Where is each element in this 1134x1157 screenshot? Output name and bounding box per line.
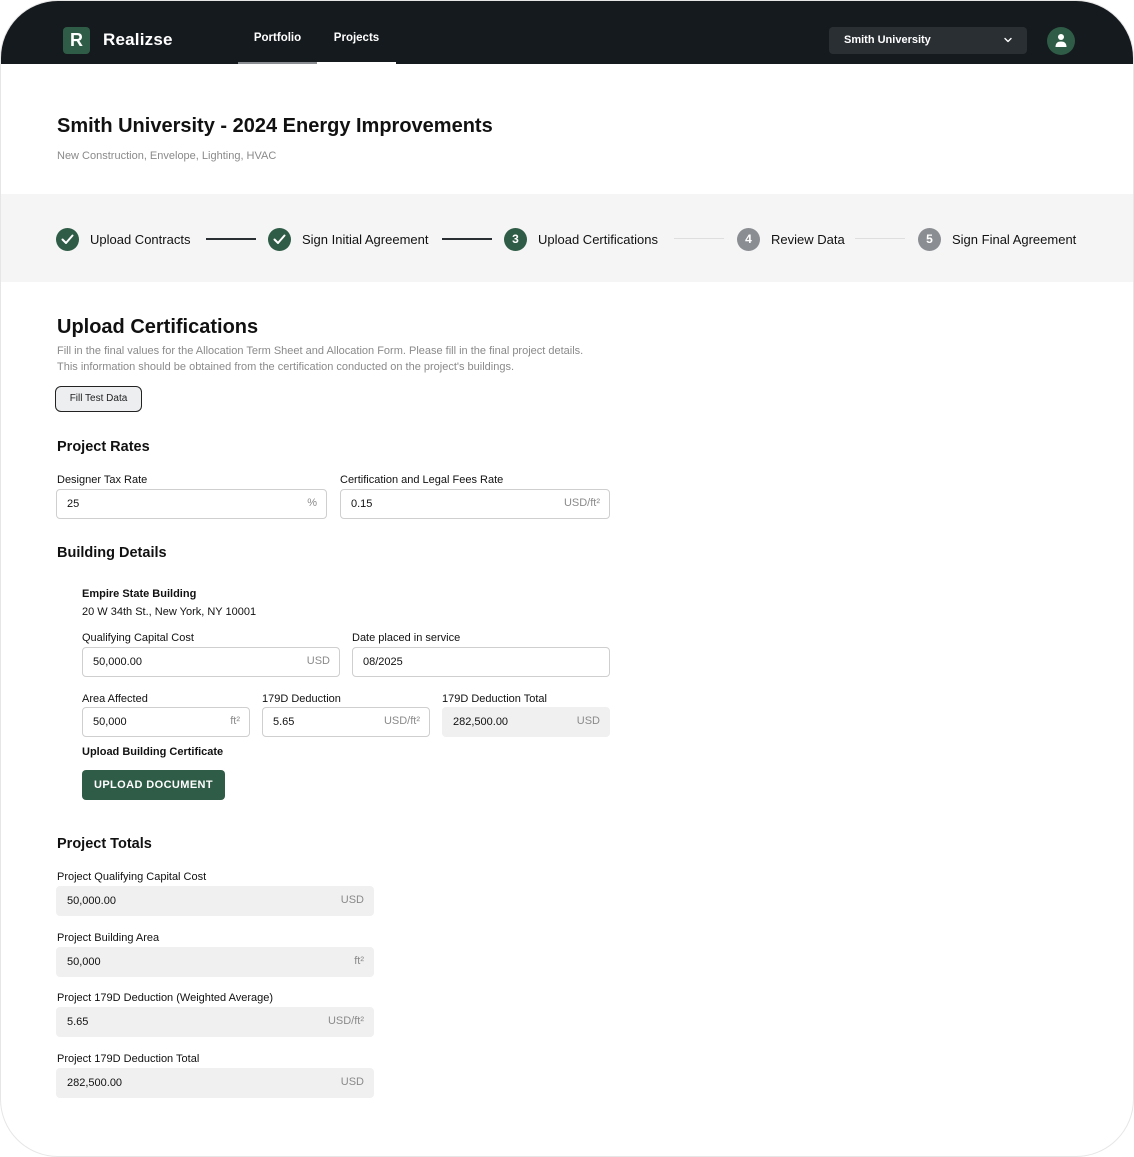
- designer-tax-rate-label: Designer Tax Rate: [57, 474, 148, 486]
- step-connector: [855, 238, 905, 239]
- building-name: Empire State Building: [82, 588, 197, 600]
- deduction-input[interactable]: 5.65 USD/ft²: [262, 707, 430, 737]
- step-connector: [206, 238, 256, 240]
- field-value: 282,500.00: [67, 1077, 123, 1089]
- upload-certificate-label: Upload Building Certificate: [82, 746, 224, 758]
- project-rates-heading: Project Rates: [57, 439, 150, 455]
- deduction-total-field: 282,500.00 USD: [442, 707, 610, 737]
- total-deduction-field: 282,500.00 USD: [56, 1068, 374, 1098]
- user-icon: [1055, 34, 1067, 47]
- input-value: 0.15: [351, 498, 373, 510]
- designer-tax-rate-input[interactable]: 25 %: [56, 489, 327, 519]
- check-icon: [273, 234, 286, 244]
- building-address: 20 W 34th St., New York, NY 10001: [82, 606, 257, 618]
- upload-document-button[interactable]: UPLOAD DOCUMENT: [82, 770, 225, 800]
- qualifying-capital-cost-input[interactable]: 50,000.00 USD: [82, 647, 340, 677]
- unit-suffix: USD: [340, 894, 364, 906]
- nav-tab-projects[interactable]: Projects: [317, 1, 396, 64]
- total-capital-cost-field: 50,000.00 USD: [56, 886, 374, 916]
- input-value: 08/2025: [363, 656, 403, 668]
- area-affected-label: Area Affected: [82, 693, 148, 705]
- cert-legal-fees-input[interactable]: 0.15 USD/ft²: [340, 489, 610, 519]
- section-description: This information should be obtained from…: [57, 361, 515, 373]
- field-value: 50,000.00: [67, 895, 116, 907]
- building-details-heading: Building Details: [57, 545, 167, 561]
- step-label: Upload Certifications: [538, 232, 658, 247]
- logo-icon: R: [63, 27, 90, 54]
- step-complete-indicator: [56, 228, 79, 251]
- step-connector: [674, 238, 724, 239]
- unit-suffix: USD/ft²: [563, 497, 600, 509]
- unit-suffix: USD/ft²: [383, 715, 420, 727]
- unit-suffix: ft²: [354, 955, 364, 967]
- field-value: 282,500.00: [453, 716, 509, 728]
- date-placed-label: Date placed in service: [352, 632, 461, 644]
- chevron-down-icon: [1004, 37, 1012, 43]
- step-number: 3: [504, 228, 527, 251]
- step-label: Review Data: [771, 232, 845, 247]
- organization-select-value: Smith University: [844, 34, 931, 46]
- qualifying-capital-cost-label: Qualifying Capital Cost: [82, 632, 194, 644]
- total-deduction-label: Project 179D Deduction Total: [57, 1053, 200, 1065]
- unit-suffix: USD: [576, 715, 600, 727]
- section-title: Upload Certifications: [57, 316, 259, 338]
- step-label: Sign Initial Agreement: [302, 232, 429, 247]
- step-complete-indicator: [268, 228, 291, 251]
- total-building-area-label: Project Building Area: [57, 932, 160, 944]
- unit-suffix: USD: [340, 1076, 364, 1088]
- cert-legal-fees-label: Certification and Legal Fees Rate: [340, 474, 504, 486]
- input-value: 50,000.00: [93, 656, 142, 668]
- input-value: 25: [67, 498, 80, 510]
- page-subtitle: New Construction, Envelope, Lighting, HV…: [57, 150, 277, 162]
- step-number: 4: [737, 228, 760, 251]
- step-label: Upload Contracts: [90, 232, 191, 247]
- nav-tab-portfolio[interactable]: Portfolio: [238, 1, 317, 64]
- deduction-label: 179D Deduction: [262, 693, 341, 705]
- fill-test-data-button[interactable]: Fill Test Data: [55, 386, 142, 412]
- project-totals-heading: Project Totals: [57, 836, 152, 852]
- deduction-total-label: 179D Deduction Total: [442, 693, 547, 705]
- area-affected-input[interactable]: 50,000 ft²: [82, 707, 250, 737]
- unit-suffix: ft²: [230, 715, 240, 727]
- unit-suffix: USD: [306, 655, 330, 667]
- weighted-deduction-label: Project 179D Deduction (Weighted Average…: [57, 992, 274, 1004]
- total-building-area-field: 50,000 ft²: [56, 947, 374, 977]
- input-value: 5.65: [273, 716, 295, 728]
- weighted-deduction-field: 5.65 USD/ft²: [56, 1007, 374, 1037]
- unit-suffix: USD/ft²: [327, 1015, 364, 1027]
- step-label: Sign Final Agreement: [952, 232, 1077, 247]
- check-icon: [61, 234, 74, 244]
- unit-suffix: %: [307, 497, 317, 509]
- progress-stepper: Upload Contracts Sign Initial Agreement …: [1, 194, 1133, 282]
- input-value: 50,000: [93, 716, 127, 728]
- top-navigation: R Realizse Portfolio Projects Smith Univ…: [1, 1, 1133, 64]
- field-value: 50,000: [67, 956, 101, 968]
- step-connector: [442, 238, 492, 240]
- organization-select[interactable]: Smith University: [829, 27, 1027, 54]
- user-avatar[interactable]: [1047, 27, 1075, 55]
- step-number: 5: [918, 228, 941, 251]
- field-value: 5.65: [67, 1016, 89, 1028]
- page-title: Smith University - 2024 Energy Improveme…: [57, 115, 493, 137]
- app-window: R Realizse Portfolio Projects Smith Univ…: [0, 0, 1134, 1157]
- date-placed-input[interactable]: 08/2025: [352, 647, 610, 677]
- total-capital-cost-label: Project Qualifying Capital Cost: [57, 871, 207, 883]
- section-description: Fill in the final values for the Allocat…: [57, 345, 584, 357]
- brand-name: Realizse: [103, 30, 173, 49]
